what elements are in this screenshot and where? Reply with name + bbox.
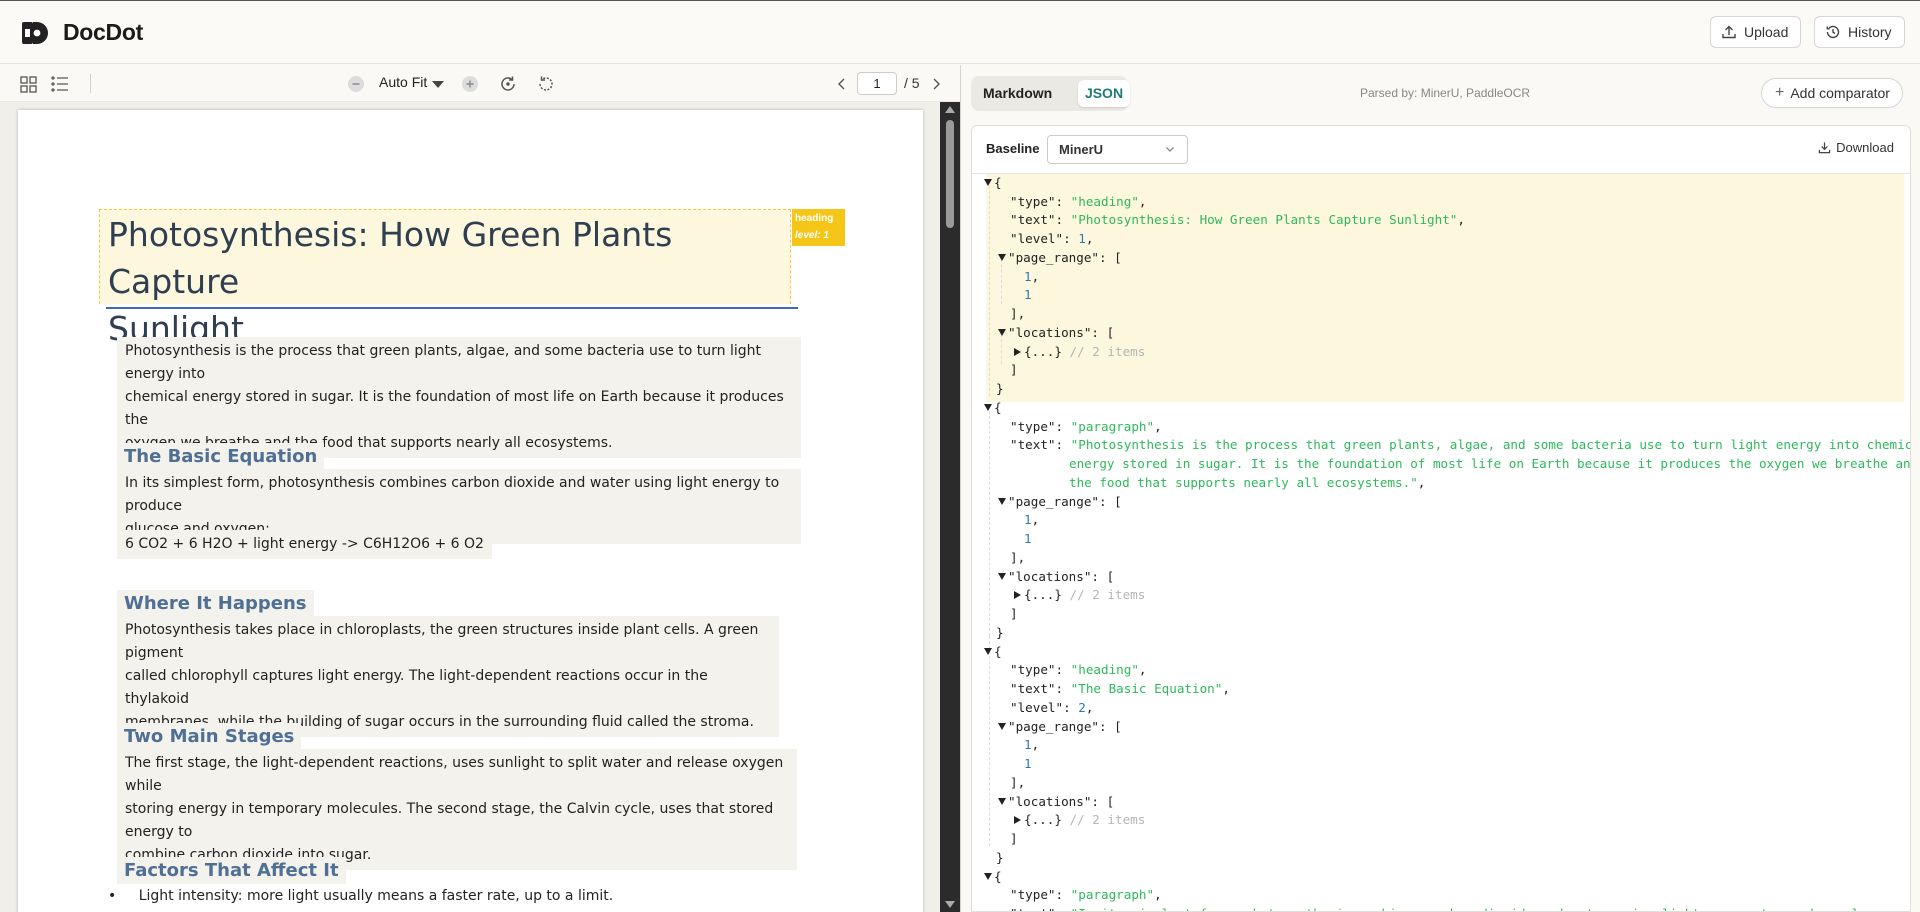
scroll-down-icon[interactable] (945, 901, 955, 908)
collapse-toggle-icon[interactable] (984, 873, 992, 880)
next-page-icon[interactable] (926, 74, 946, 94)
app-name: DocDot (63, 19, 143, 45)
document-viewer: Photosynthesis: How Green Plants Capture… (0, 102, 940, 912)
download-button[interactable]: Download (1818, 140, 1894, 155)
add-comparator-label: Add comparator (1790, 85, 1890, 101)
section-heading[interactable]: Where It Happens (117, 590, 314, 617)
add-comparator-button[interactable]: + Add comparator (1761, 78, 1903, 108)
equation-block[interactable]: 6 CO2 + 6 H2O + light energy -> C6H12O6 … (117, 530, 492, 559)
expand-toggle-icon[interactable] (1014, 816, 1021, 824)
json-viewer: Baseline MinerU Download { "type": "head… (971, 125, 1911, 912)
indent-guide (989, 411, 990, 636)
list-view-icon[interactable] (50, 74, 70, 94)
tag-level: level: 1 (795, 230, 829, 241)
baseline-label: Baseline (986, 141, 1040, 156)
viewer-toolbar: Auto Fit / 5 (0, 65, 960, 102)
tag-type: heading (795, 213, 834, 224)
collapse-toggle-icon[interactable] (998, 798, 1006, 805)
collapse-toggle-icon[interactable] (998, 498, 1006, 505)
indent-guide (989, 636, 990, 846)
rotate-counterclockwise-icon[interactable] (536, 74, 556, 94)
download-label: Download (1836, 140, 1894, 155)
download-icon (1818, 142, 1831, 154)
rotate-clockwise-icon[interactable] (498, 74, 518, 94)
expand-toggle-icon[interactable] (1014, 591, 1021, 599)
output-panel: Markdown JSON Parsed by: MinerU, PaddleO… (960, 65, 1920, 912)
upload-icon (1722, 25, 1736, 39)
zoom-caret-icon[interactable] (432, 81, 444, 88)
json-code: { "type": "heading", "text": "Photosynth… (972, 174, 1910, 911)
collapse-toggle-icon[interactable] (998, 254, 1006, 261)
scroll-thumb[interactable] (946, 120, 954, 228)
upload-label: Upload (1744, 24, 1789, 40)
viewer-scrollbar[interactable] (940, 102, 960, 912)
zoom-in-icon[interactable] (460, 74, 480, 94)
tab-json[interactable]: JSON (1078, 80, 1130, 107)
toolbar-divider (90, 74, 91, 93)
zoom-out-icon[interactable] (346, 74, 366, 94)
page-total: / 5 (904, 75, 920, 91)
section-heading[interactable]: The Basic Equation (117, 443, 325, 470)
collapse-toggle-icon[interactable] (984, 179, 992, 186)
plus-icon: + (1775, 84, 1785, 101)
chevron-down-icon (1166, 147, 1174, 152)
collapse-toggle-icon[interactable] (998, 723, 1006, 730)
paragraph-block[interactable]: Photosynthesis is the process that green… (117, 337, 801, 458)
history-button[interactable]: History (1814, 16, 1905, 48)
bullet-dot: • (108, 888, 117, 904)
baseline-value: MinerU (1059, 142, 1104, 157)
paragraph-block[interactable]: Photosynthesis takes place in chloroplas… (117, 616, 779, 737)
scroll-up-icon[interactable] (945, 106, 955, 113)
previous-page-icon[interactable] (832, 74, 852, 94)
heading-underline (106, 307, 798, 309)
section-heading[interactable]: Factors That Affect It (117, 857, 346, 884)
doc-title-line-1: Photosynthesis: How Green Plants Capture (108, 215, 673, 301)
baseline-select[interactable]: MinerU (1047, 135, 1188, 164)
zoom-select[interactable]: Auto Fit (379, 74, 427, 90)
grid-view-icon[interactable] (18, 74, 38, 94)
section-heading[interactable]: Two Main Stages (117, 723, 302, 750)
paragraph-block[interactable]: The first stage, the light-dependent rea… (117, 749, 797, 870)
collapse-toggle-icon[interactable] (998, 573, 1006, 580)
upload-button[interactable]: Upload (1710, 16, 1802, 48)
history-icon (1826, 25, 1840, 39)
heading-block-highlight[interactable]: Photosynthesis: How Green Plants Capture… (99, 209, 791, 348)
docdot-logo-icon (22, 22, 48, 44)
indent-guide (989, 186, 990, 396)
expand-toggle-icon[interactable] (1014, 348, 1021, 356)
page-number-input[interactable] (857, 72, 897, 95)
app-header: DocDot Upload History (0, 0, 1920, 64)
history-label: History (1848, 24, 1892, 40)
collapse-toggle-icon[interactable] (984, 648, 992, 655)
view-mode-toggle: Markdown JSON (971, 76, 1130, 111)
block-type-tag: heading level: 1 (792, 209, 845, 246)
parsed-by-text: Parsed by: MinerU, PaddleOCR (1360, 86, 1531, 100)
list-item[interactable]: • Light intensity: more light usually me… (108, 888, 613, 904)
tab-markdown[interactable]: Markdown (976, 80, 1059, 107)
collapse-toggle-icon[interactable] (998, 329, 1006, 336)
collapse-toggle-icon[interactable] (984, 404, 992, 411)
